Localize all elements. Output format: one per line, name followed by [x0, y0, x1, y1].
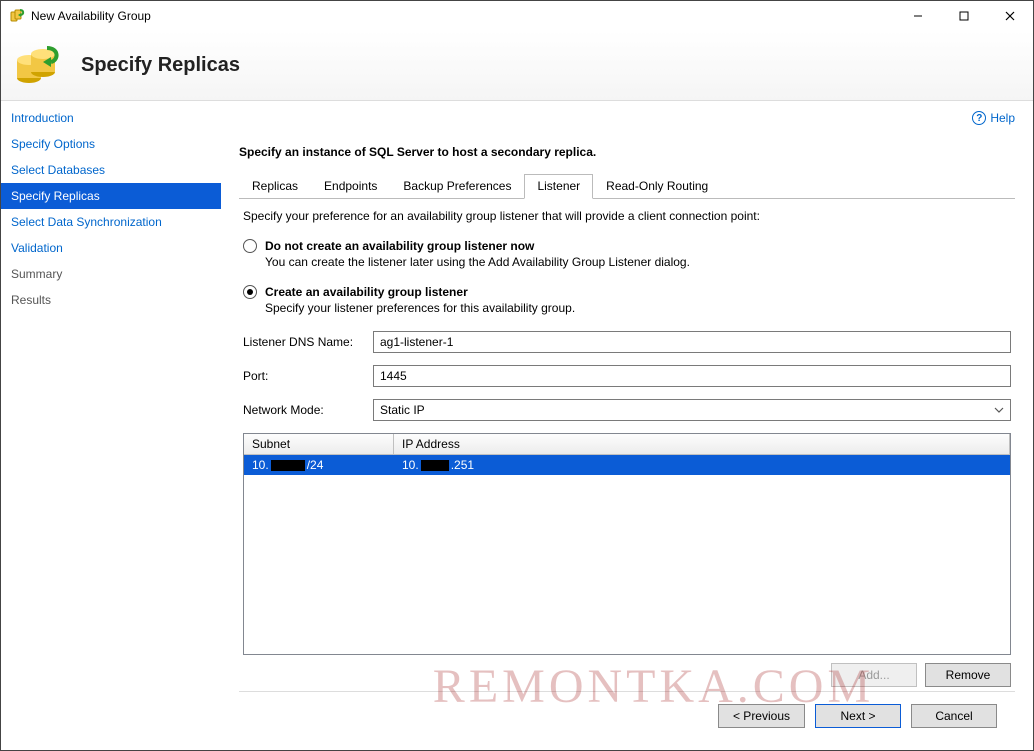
wizard-window: New Availability Group Specify Replicas … [0, 0, 1034, 751]
listener-panel: Specify your preference for an availabil… [239, 199, 1015, 691]
radio-create-listener[interactable] [243, 285, 257, 299]
sidebar-item-select-data-sync[interactable]: Select Data Synchronization [1, 209, 221, 235]
radio-create-listener-label: Create an availability group listener [265, 285, 468, 299]
table-row[interactable]: 10./24 10..251 [244, 455, 1010, 475]
app-icon [9, 8, 25, 24]
radio-no-listener-sub: You can create the listener later using … [265, 255, 1011, 269]
add-remove-row: Add... Remove [243, 663, 1011, 687]
cell-subnet: 10./24 [244, 455, 394, 475]
chevron-down-icon [994, 405, 1004, 415]
port-input[interactable] [373, 365, 1011, 387]
help-icon: ? [972, 111, 986, 125]
radio-create-listener-sub: Specify your listener preferences for th… [265, 301, 1011, 315]
dns-row: Listener DNS Name: [243, 331, 1011, 353]
ip-table: Subnet IP Address 10./24 10..251 [243, 433, 1011, 655]
redacted [271, 460, 305, 471]
help-link[interactable]: ? Help [972, 111, 1015, 125]
tab-endpoints[interactable]: Endpoints [311, 174, 390, 199]
tab-listener[interactable]: Listener [524, 174, 593, 199]
radio-no-listener-row[interactable]: Do not create an availability group list… [243, 239, 1011, 253]
sidebar-item-results: Results [1, 287, 221, 313]
mode-row: Network Mode: Static IP [243, 399, 1011, 421]
port-row: Port: [243, 365, 1011, 387]
titlebar: New Availability Group [1, 1, 1033, 31]
tab-backup-preferences[interactable]: Backup Preferences [390, 174, 524, 199]
wizard-icon [13, 42, 61, 90]
wizard-body: Introduction Specify Options Select Data… [1, 101, 1033, 750]
dns-label: Listener DNS Name: [243, 335, 373, 349]
sidebar-item-introduction[interactable]: Introduction [1, 105, 221, 131]
instruction-text: Specify an instance of SQL Server to hos… [239, 145, 1015, 159]
col-ip[interactable]: IP Address [394, 434, 1010, 454]
cancel-button[interactable]: Cancel [911, 704, 997, 728]
network-mode-value: Static IP [380, 403, 425, 417]
cell-ip: 10..251 [394, 455, 1010, 475]
radio-no-listener[interactable] [243, 239, 257, 253]
minimize-button[interactable] [895, 1, 941, 31]
page-title: Specify Replicas [81, 54, 240, 77]
remove-button[interactable]: Remove [925, 663, 1011, 687]
previous-button[interactable]: < Previous [718, 704, 805, 728]
radio-no-listener-label: Do not create an availability group list… [265, 239, 534, 253]
main-panel: ? Help Specify an instance of SQL Server… [221, 101, 1033, 750]
wizard-header: Specify Replicas [1, 31, 1033, 101]
close-button[interactable] [987, 1, 1033, 31]
help-label: Help [990, 111, 1015, 125]
tab-read-only-routing[interactable]: Read-Only Routing [593, 174, 721, 199]
radio-create-listener-row[interactable]: Create an availability group listener [243, 285, 1011, 299]
window-controls [895, 1, 1033, 31]
next-button[interactable]: Next > [815, 704, 901, 728]
mode-label: Network Mode: [243, 403, 373, 417]
sidebar-item-summary: Summary [1, 261, 221, 287]
sidebar: Introduction Specify Options Select Data… [1, 101, 221, 750]
redacted [421, 460, 449, 471]
col-subnet[interactable]: Subnet [244, 434, 394, 454]
ip-table-header: Subnet IP Address [244, 434, 1010, 455]
listener-pref-desc: Specify your preference for an availabil… [243, 209, 1011, 223]
sidebar-item-specify-options[interactable]: Specify Options [1, 131, 221, 157]
tab-replicas[interactable]: Replicas [239, 174, 311, 199]
maximize-button[interactable] [941, 1, 987, 31]
tabstrip: Replicas Endpoints Backup Preferences Li… [239, 173, 1015, 199]
wizard-footer: < Previous Next > Cancel [239, 691, 1015, 740]
dns-input[interactable] [373, 331, 1011, 353]
window-title: New Availability Group [31, 9, 895, 23]
port-label: Port: [243, 369, 373, 383]
sidebar-item-select-databases[interactable]: Select Databases [1, 157, 221, 183]
ip-table-body: 10./24 10..251 [244, 455, 1010, 654]
network-mode-select[interactable]: Static IP [373, 399, 1011, 421]
sidebar-item-validation[interactable]: Validation [1, 235, 221, 261]
sidebar-item-specify-replicas[interactable]: Specify Replicas [1, 183, 221, 209]
add-button: Add... [831, 663, 917, 687]
